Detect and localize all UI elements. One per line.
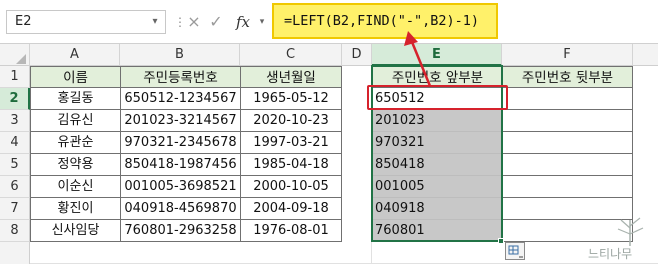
quick-analysis-glyph bbox=[508, 245, 523, 258]
annotation-arrow bbox=[404, 31, 432, 87]
watermark-text: 느티나무 bbox=[588, 247, 633, 261]
annotation-arrow-head bbox=[404, 31, 418, 46]
watermark-logo: 느티나무 bbox=[574, 212, 658, 264]
quick-analysis-icon[interactable] bbox=[505, 242, 525, 260]
annotation-arrow-line bbox=[410, 41, 432, 87]
